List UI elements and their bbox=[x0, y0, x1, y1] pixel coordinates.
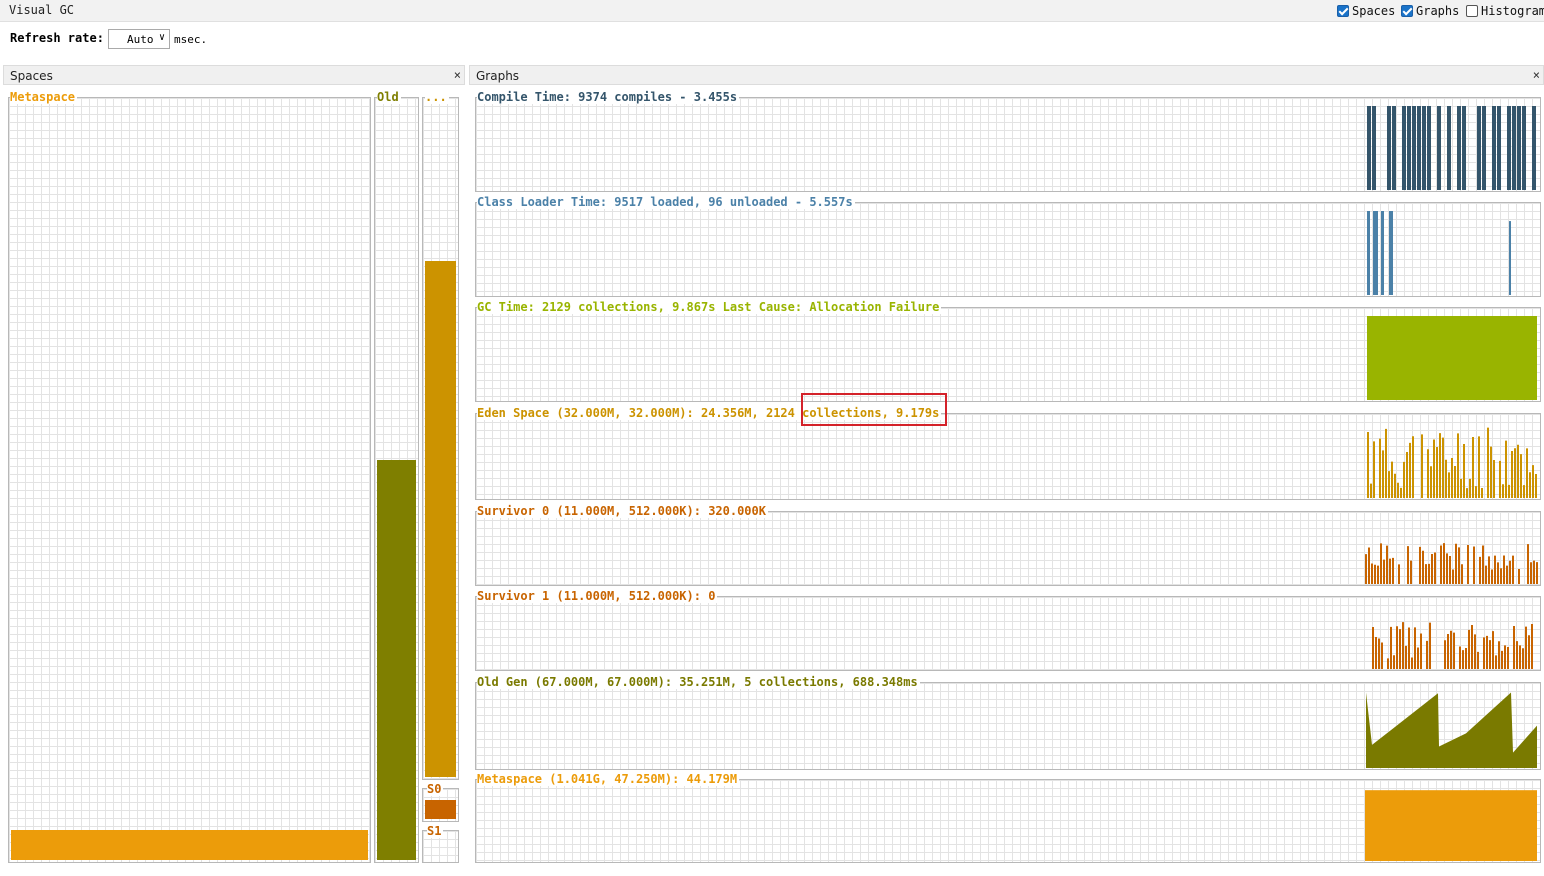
metaspace-graph-label: Metaspace (1.041G, 47.250M): 44.179M bbox=[477, 772, 740, 786]
activity-spike bbox=[1509, 221, 1511, 295]
activity-spike bbox=[1389, 211, 1393, 295]
old-space bbox=[374, 97, 419, 863]
title-bar bbox=[0, 0, 1544, 22]
refresh-rate-label: Refresh rate: bbox=[10, 31, 104, 45]
survivor1-space-label: S1 bbox=[427, 824, 444, 838]
eden-fill bbox=[425, 260, 456, 777]
compile-time-chart bbox=[1367, 106, 1536, 190]
close-icon[interactable]: × bbox=[454, 68, 461, 82]
graphs-panel-header: Graphs × bbox=[469, 65, 1544, 85]
class-loader-label: Class Loader Time: 9517 loaded, 96 unloa… bbox=[477, 195, 855, 209]
chevron-down-icon: ∨ bbox=[158, 32, 165, 43]
spaces-panel-title: Spaces bbox=[10, 69, 53, 83]
survivor0-space-label: S0 bbox=[427, 782, 444, 796]
eden-space bbox=[422, 97, 459, 780]
metaspace-chart bbox=[1365, 790, 1537, 861]
checkbox-checked-icon[interactable] bbox=[1401, 5, 1413, 17]
survivor1-chart bbox=[1372, 622, 1533, 669]
metaspace-space bbox=[8, 97, 371, 863]
activity-bars bbox=[1367, 106, 1536, 190]
survivor0-chart bbox=[1365, 543, 1538, 584]
survivor0-graph bbox=[475, 511, 1541, 586]
compile-time-graph bbox=[475, 97, 1541, 192]
metaspace-space-label: Metaspace bbox=[10, 90, 78, 104]
graphs-checkbox[interactable]: Graphs bbox=[1401, 4, 1459, 18]
survivor1-graph bbox=[475, 596, 1541, 671]
close-icon[interactable]: × bbox=[1533, 68, 1540, 82]
spaces-panel-header: Spaces × bbox=[3, 65, 465, 85]
app-title: Visual GC bbox=[9, 3, 75, 17]
activity-bars bbox=[1365, 543, 1538, 584]
activity-bars bbox=[1367, 427, 1537, 498]
compile-time-label: Compile Time: 9374 compiles - 3.455s bbox=[477, 90, 740, 104]
class-loader-chart bbox=[1367, 211, 1511, 295]
histogram-checkbox[interactable]: Histogram bbox=[1466, 4, 1544, 18]
graphs-checkbox-label: Graphs bbox=[1416, 4, 1460, 18]
gc-time-graph bbox=[475, 307, 1541, 402]
eden-space-label: ... bbox=[425, 90, 449, 104]
activity-spike bbox=[1373, 211, 1378, 295]
spaces-checkbox[interactable]: Spaces bbox=[1337, 4, 1395, 18]
refresh-rate-unit: msec. bbox=[174, 33, 208, 46]
old-gen-area bbox=[1366, 692, 1537, 768]
gc-time-label: GC Time: 2129 collections, 9.867s Last C… bbox=[477, 300, 942, 314]
metaspace-fill bbox=[11, 829, 368, 860]
spaces-checkbox-label: Spaces bbox=[1352, 4, 1396, 18]
activity-spike bbox=[1367, 211, 1370, 295]
old-gen-graph bbox=[475, 682, 1541, 770]
old-gen-chart bbox=[1366, 692, 1537, 768]
survivor1-graph-label: Survivor 1 (11.000M, 512.000K): 0 bbox=[477, 589, 718, 603]
histogram-checkbox-label: Histogram bbox=[1481, 4, 1544, 18]
refresh-rate-select[interactable]: Auto ∨ bbox=[108, 29, 170, 49]
activity-spike bbox=[1381, 211, 1384, 295]
survivor0-fill bbox=[425, 800, 456, 819]
highlight-box bbox=[801, 393, 947, 426]
old-fill bbox=[377, 459, 416, 860]
activity-block bbox=[1365, 790, 1537, 861]
survivor0-graph-label: Survivor 0 (11.000M, 512.000K): 320.000K bbox=[477, 504, 768, 518]
eden-space-chart bbox=[1367, 427, 1537, 498]
eden-space-graph bbox=[475, 413, 1541, 500]
graphs-panel-title: Graphs bbox=[476, 69, 520, 83]
activity-block bbox=[1367, 316, 1537, 400]
class-loader-graph bbox=[475, 202, 1541, 297]
old-space-label: Old bbox=[377, 90, 401, 104]
old-gen-graph-label: Old Gen (67.000M, 67.000M): 35.251M, 5 c… bbox=[477, 675, 920, 689]
gc-time-chart bbox=[1367, 316, 1537, 400]
activity-bars bbox=[1372, 622, 1533, 669]
metaspace-graph bbox=[475, 779, 1541, 863]
checkbox-unchecked-icon[interactable] bbox=[1466, 5, 1478, 17]
refresh-rate-value: Auto bbox=[127, 33, 154, 46]
checkbox-checked-icon[interactable] bbox=[1337, 5, 1349, 17]
